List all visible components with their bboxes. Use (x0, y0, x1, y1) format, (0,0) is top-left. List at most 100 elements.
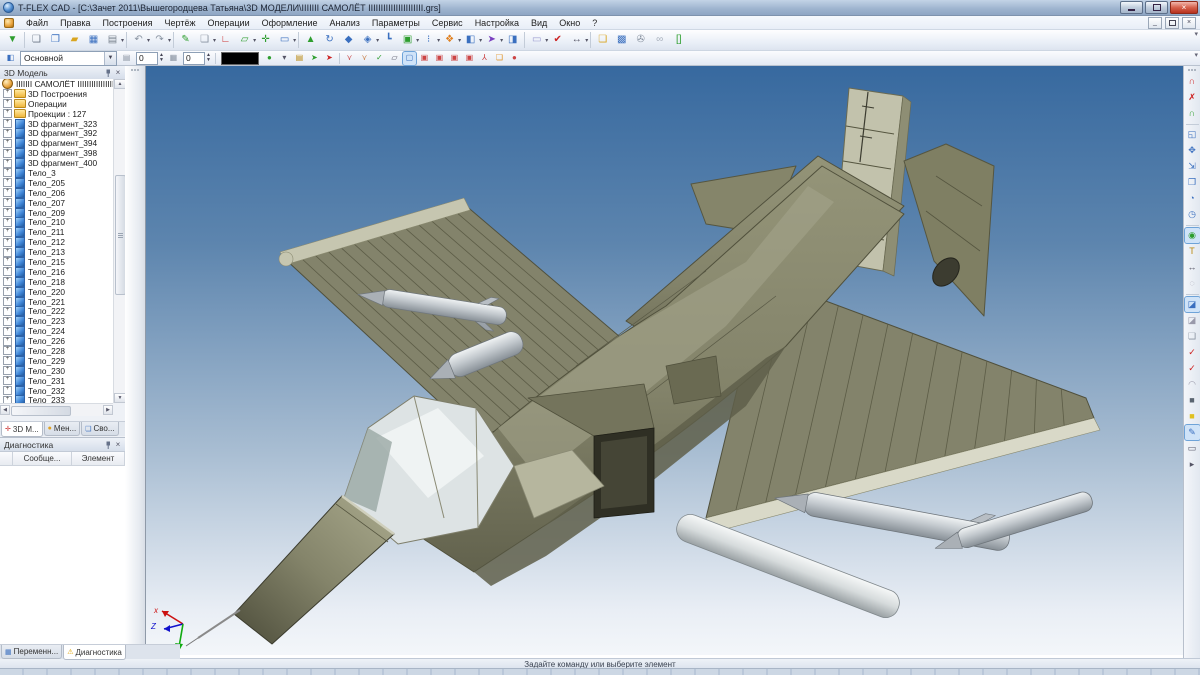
mdi-close[interactable]: × (1182, 17, 1196, 29)
tree-item[interactable]: +Тело_230 (0, 366, 113, 376)
tree-root-item[interactable]: IIIIIII САМОЛЁТ IIIIIIIIIIIIIIIII (0, 79, 113, 89)
tree-horizontal-scrollbar[interactable]: ◀ ▶ (0, 403, 113, 416)
text-style-icon[interactable]: ▤ (293, 52, 306, 65)
face-op-icon[interactable]: ▣ (399, 32, 416, 49)
expand-icon[interactable]: + (3, 178, 12, 187)
check-bodies-icon[interactable]: ✓ (1185, 361, 1200, 376)
expand-icon[interactable]: + (3, 218, 12, 227)
mdi-restore[interactable] (1165, 17, 1179, 29)
tree-item[interactable]: +Проекции : 127 (0, 109, 113, 119)
zoom-fit-icon[interactable]: ✥ (1185, 143, 1200, 158)
wireframe-cube-icon[interactable]: ■ (1185, 393, 1200, 408)
expand-icon[interactable]: + (3, 248, 12, 257)
tree-item[interactable]: +3D фрагмент_394 (0, 138, 113, 148)
tree-item[interactable]: +Тело_212 (0, 237, 113, 247)
expand-icon[interactable]: + (3, 327, 12, 336)
chevron-down-icon[interactable]: ▾ (121, 37, 124, 44)
expand-icon[interactable]: + (3, 337, 12, 346)
body-op-icon[interactable]: ◧ (462, 32, 479, 49)
expand-icon[interactable]: + (3, 139, 12, 148)
expand-icon[interactable]: + (3, 238, 12, 247)
tree-item[interactable]: +Тело_211 (0, 227, 113, 237)
tree-item[interactable]: +Тело_207 (0, 198, 113, 208)
chevron-down-icon[interactable]: ▾ (213, 37, 216, 44)
tree-item[interactable]: +3D фрагмент_400 (0, 158, 113, 168)
expand-icon[interactable]: + (3, 317, 12, 326)
chevron-down-icon[interactable]: ▾ (437, 37, 440, 44)
transform-icon[interactable]: ➤ (483, 32, 500, 49)
fuel-tank[interactable] (673, 511, 903, 622)
workplane-icon[interactable]: ▱ (236, 32, 253, 49)
toolbar-overflow-icon[interactable]: ▾ (1194, 30, 1198, 38)
expand-icon[interactable]: + (3, 307, 12, 316)
expand-icon[interactable]: + (3, 119, 12, 128)
open-document-icon[interactable]: ❐ (47, 32, 64, 49)
chevron-down-icon[interactable]: ▾ (293, 37, 296, 44)
pin-disable-icon[interactable]: ✗ (1185, 90, 1200, 105)
tree-item[interactable]: +Тело_226 (0, 336, 113, 346)
menu-item-9[interactable]: Настройка (469, 16, 525, 29)
open-folder-icon[interactable]: ▰ (66, 32, 83, 49)
constraint2-icon[interactable]: ⋎ (358, 52, 371, 65)
undo-icon[interactable]: ↶ (130, 32, 147, 49)
tree-item[interactable]: +3D фрагмент_392 (0, 128, 113, 138)
tree-item[interactable]: +Тело_221 (0, 297, 113, 307)
menu-item-2[interactable]: Построения (97, 16, 159, 29)
expand-icon[interactable]: + (3, 109, 12, 118)
tree-up-icon[interactable]: ➤ (308, 52, 321, 65)
dock-edge-strip[interactable] (125, 66, 146, 658)
title-bar[interactable]: T-FLEX CAD - [C:\Зачет 2011\Вышегородцев… (0, 0, 1200, 16)
close-icon[interactable]: × (113, 68, 123, 78)
bottom-tab-1[interactable]: ⚠Диагностика (63, 645, 126, 660)
expand-icon[interactable]: + (3, 257, 12, 266)
tree-del-icon[interactable]: ➤ (323, 52, 336, 65)
scroll-left-icon[interactable]: ◀ (0, 405, 10, 415)
zoom-dynamic-icon[interactable]: ◷ (1185, 207, 1200, 222)
plane-small-icon[interactable]: ▱ (388, 52, 401, 65)
tree-item[interactable]: +Тело_231 (0, 376, 113, 386)
expand-icon[interactable]: + (3, 366, 12, 375)
blend-icon[interactable]: ◈ (359, 32, 376, 49)
material-icon[interactable]: ▩ (613, 32, 630, 49)
tree-item[interactable]: +Тело_223 (0, 316, 113, 326)
copy-op-icon[interactable]: ❖ (441, 32, 458, 49)
constraint1-icon[interactable]: ⋎ (343, 52, 356, 65)
hscroll-thumb[interactable] (11, 406, 71, 416)
delete-op-icon[interactable]: ▭ (528, 32, 545, 49)
render-ball-icon[interactable]: ● (263, 52, 276, 65)
axes-3d-icon[interactable]: ✛ (257, 32, 274, 49)
mdi-minimize[interactable]: _ (1148, 17, 1162, 29)
chevron-down-icon[interactable]: ▼ (104, 52, 116, 65)
update-model-icon[interactable]: ▼ (4, 32, 21, 49)
save-icon[interactable]: ▦ (85, 32, 102, 49)
expand-icon[interactable]: + (3, 297, 12, 306)
tree-item[interactable]: +Тело_233 (0, 396, 113, 404)
chevron-down-icon[interactable]: ▾ (585, 37, 588, 44)
expand-icon[interactable]: + (3, 267, 12, 276)
expand-icon[interactable]: + (3, 89, 12, 98)
snap2-icon[interactable]: ▣ (433, 52, 446, 65)
expand-icon[interactable]: + (3, 346, 12, 355)
step-value[interactable]: 0 (183, 52, 205, 65)
menu-item-1[interactable]: Правка (54, 16, 96, 29)
menu-item-5[interactable]: Оформление (256, 16, 324, 29)
boolean-icon[interactable]: ◆ (340, 32, 357, 49)
expand-icon[interactable]: + (3, 376, 12, 385)
level-stepper[interactable]: 0 ▲▼ (136, 52, 164, 65)
tree-item[interactable]: +Тело_229 (0, 356, 113, 366)
tree-item[interactable]: +Операции (0, 99, 113, 109)
minimize-button[interactable] (1120, 1, 1143, 14)
new-document-icon[interactable]: ❏ (28, 32, 45, 49)
tree-item[interactable]: +Тело_205 (0, 178, 113, 188)
hide-text-icon[interactable]: T (1185, 244, 1200, 259)
menu-item-8[interactable]: Сервис (426, 16, 469, 29)
level-value[interactable]: 0 (136, 52, 158, 65)
expand-icon[interactable]: + (3, 208, 12, 217)
expand-icon[interactable]: + (3, 159, 12, 168)
chevron-down-icon[interactable]: ▾ (376, 37, 379, 44)
path-icon[interactable]: ┗ (380, 32, 397, 49)
chevron-down-icon[interactable]: ▾ (500, 37, 503, 44)
expand-icon[interactable]: + (3, 228, 12, 237)
render-mode-icon[interactable]: ✎ (1185, 425, 1200, 440)
layers-icon[interactable]: ❏ (1185, 329, 1200, 344)
